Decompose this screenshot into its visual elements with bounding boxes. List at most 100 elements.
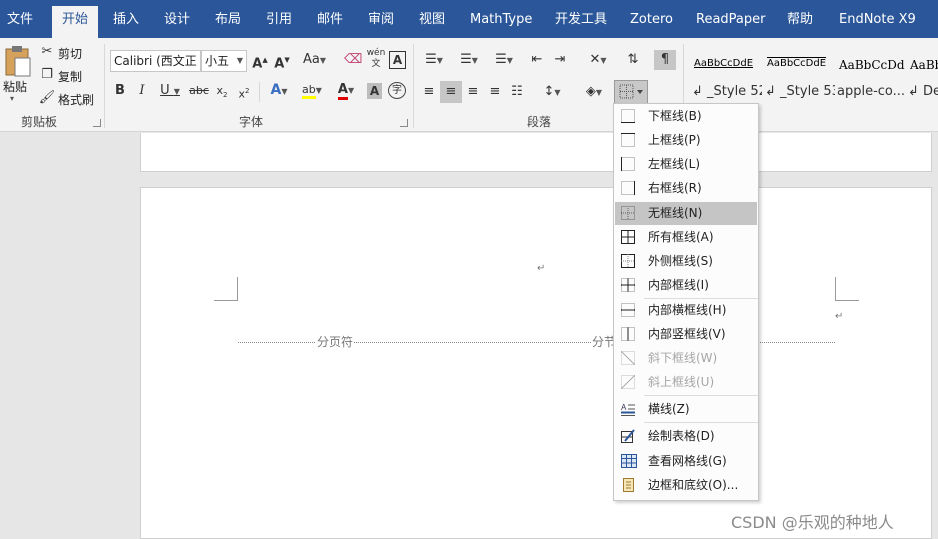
borders-dropdown-menu: 下框线(B) 上框线(P) 左框线(L) 右框线(R) 无框线(N) 所有框线(… [613,103,759,501]
strikethrough-icon[interactable]: abc [189,83,209,99]
underline-icon[interactable]: U ▼ [157,83,183,100]
tab-help[interactable]: 帮助 [787,0,813,38]
tab-readpaper[interactable]: ReadPaper [696,0,765,38]
menu-item-outside-borders[interactable]: 外侧框线(S) [615,250,757,273]
menu-item-top-border[interactable]: 上框线(P) [615,129,757,152]
tab-references[interactable]: 引用 [266,0,292,38]
font-name-value: Calibri (西文正 [114,54,197,68]
menu-item-borders-and-shading[interactable]: 边框和底纹(O)... [615,474,757,497]
tab-mathtype[interactable]: MathType [470,0,532,38]
subscript-icon[interactable]: x2 [214,83,230,103]
distributed-icon[interactable]: ☷ [508,84,526,100]
multilevel-list-icon[interactable]: ☰▼ [490,52,518,69]
enclose-characters-icon[interactable]: 字 [388,82,406,99]
italic-icon[interactable]: I [135,83,149,99]
tab-layout[interactable]: 布局 [215,0,241,38]
menu-item-view-gridlines[interactable]: 查看网格线(G) [615,450,757,473]
bullets-icon[interactable]: ☰▼ [420,52,448,69]
font-color-icon[interactable]: A▼ [332,82,360,100]
inside-horizontal-border-icon [621,303,635,317]
paste-dropdown-arrow[interactable]: ▾ [10,94,14,103]
font-dialog-launcher[interactable] [400,119,408,127]
menu-item-bottom-border[interactable]: 下框线(B) [615,105,757,128]
font-name-select[interactable]: Calibri (西文正 [110,50,201,72]
paste-button[interactable] [2,44,34,78]
font-size-value: 小五 [205,54,230,68]
shrink-font-icon[interactable]: A▼ [274,52,290,72]
inside-vertical-border-icon [621,327,635,341]
menu-item-label: 斜上框线(U) [648,375,715,389]
borders-shading-icon [623,478,634,492]
menu-item-horizontal-line[interactable]: A 横线(Z) [615,398,757,421]
style-sample-text: AaBbCcDdE [694,58,754,69]
show-formatting-marks-icon[interactable]: ¶ [654,50,676,70]
view-gridlines-icon [621,454,637,468]
style-gallery-item[interactable]: AaBbCcDdE ↲ _Style 53 [763,48,835,110]
left-border-icon [621,157,635,171]
center-icon[interactable]: ≡ [440,81,462,103]
clear-formatting-icon[interactable]: ⌫ [344,52,362,68]
line-spacing-icon[interactable]: ↕▼ [538,84,566,101]
borders-button[interactable] [614,80,648,104]
grow-font-icon[interactable]: A▲ [252,52,268,72]
menu-item-right-border[interactable]: 右框线(R) [615,177,757,200]
decrease-indent-icon[interactable]: ⇤ [528,52,546,68]
tab-mailings[interactable]: 邮件 [317,0,343,38]
tab-home[interactable]: 开始 [52,6,99,38]
style-gallery-item[interactable]: AaBb ↲ De [906,48,938,110]
svg-text:A: A [621,403,627,412]
cut-button[interactable]: 剪切 [58,45,82,62]
tab-review[interactable]: 审阅 [368,0,394,38]
tab-endnote[interactable]: EndNote X9 [839,0,916,38]
justify-icon[interactable]: ≡ [486,84,504,100]
change-case-label: Aa [303,52,320,67]
text-effects-icon[interactable]: A▼ [265,82,293,100]
font-size-select[interactable]: 小五 ▼ [201,50,247,72]
shading-icon[interactable]: ◈▼ [580,84,608,101]
menu-item-inside-borders[interactable]: 内部框线(I) [615,274,757,297]
paste-label[interactable]: 粘贴 [3,78,27,95]
paste-icon [5,46,31,77]
all-borders-icon [621,230,635,244]
tab-zotero[interactable]: Zotero [630,0,673,38]
align-right-icon[interactable]: ≡ [464,84,482,100]
style-gallery-item[interactable]: AaBbCcDdE ↲ _Style 52 [690,48,762,110]
highlight-color-icon[interactable]: ab▼ [297,82,327,99]
style-name: ↲ _Style 52 [692,84,762,99]
change-case-button[interactable]: Aa▼ [303,52,326,69]
chinese-layout-icon[interactable]: ✕▼ [584,52,612,69]
style-gallery-item[interactable]: AaBbCcDd apple-co... [835,48,907,110]
character-border-icon[interactable]: A [389,51,406,69]
superscript-icon[interactable]: x2 [236,83,252,103]
style-name: ↲ De [908,84,938,99]
increase-indent-icon[interactable]: ⇥ [551,52,569,68]
tab-developer[interactable]: 开发工具 [555,0,607,38]
menu-item-all-borders[interactable]: 所有框线(A) [615,226,757,249]
tab-view[interactable]: 视图 [419,0,445,38]
copy-button[interactable]: 复制 [58,68,82,85]
document-page[interactable]: ↵ ↵ 分页符 分节 [140,187,932,539]
bold-icon[interactable]: B [113,83,127,99]
menu-item-draw-table[interactable]: 绘制表格(D) [615,425,757,448]
menu-item-label: 边框和底纹(O)... [648,478,739,492]
menu-item-inside-vertical-border[interactable]: 内部竖框线(V) [615,323,757,346]
clipboard-dialog-launcher[interactable] [93,119,101,127]
format-painter-button[interactable]: 格式刷 [58,91,94,108]
sort-icon[interactable]: ⇅ [624,52,642,68]
menu-item-diagonal-up-border: 斜上框线(U) [615,371,757,394]
paragraph-mark: ↵ [835,311,844,322]
group-divider [104,44,105,128]
paragraph-group-label: 段落 [527,115,552,129]
phonetic-guide-icon[interactable]: wén 文 [366,48,386,70]
character-shading-icon[interactable]: A [367,83,382,99]
menu-item-inside-horizontal-border[interactable]: 内部横框线(H) [615,299,757,322]
numbering-icon[interactable]: ☰▼ [455,52,483,69]
tab-file[interactable]: 文件 [7,0,33,38]
menu-item-left-border[interactable]: 左框线(L) [615,153,757,176]
menu-item-label: 内部框线(I) [648,278,709,292]
tab-design[interactable]: 设计 [164,0,190,38]
align-left-icon[interactable]: ≡ [420,84,438,100]
ribbon-home: 粘贴 ▾ ✂ 剪切 ❐ 复制 🖌 格式刷 剪贴板 Calibri (西文正 小五… [0,38,938,132]
menu-item-no-border[interactable]: 无框线(N) [615,202,757,225]
tab-insert[interactable]: 插入 [113,0,139,38]
